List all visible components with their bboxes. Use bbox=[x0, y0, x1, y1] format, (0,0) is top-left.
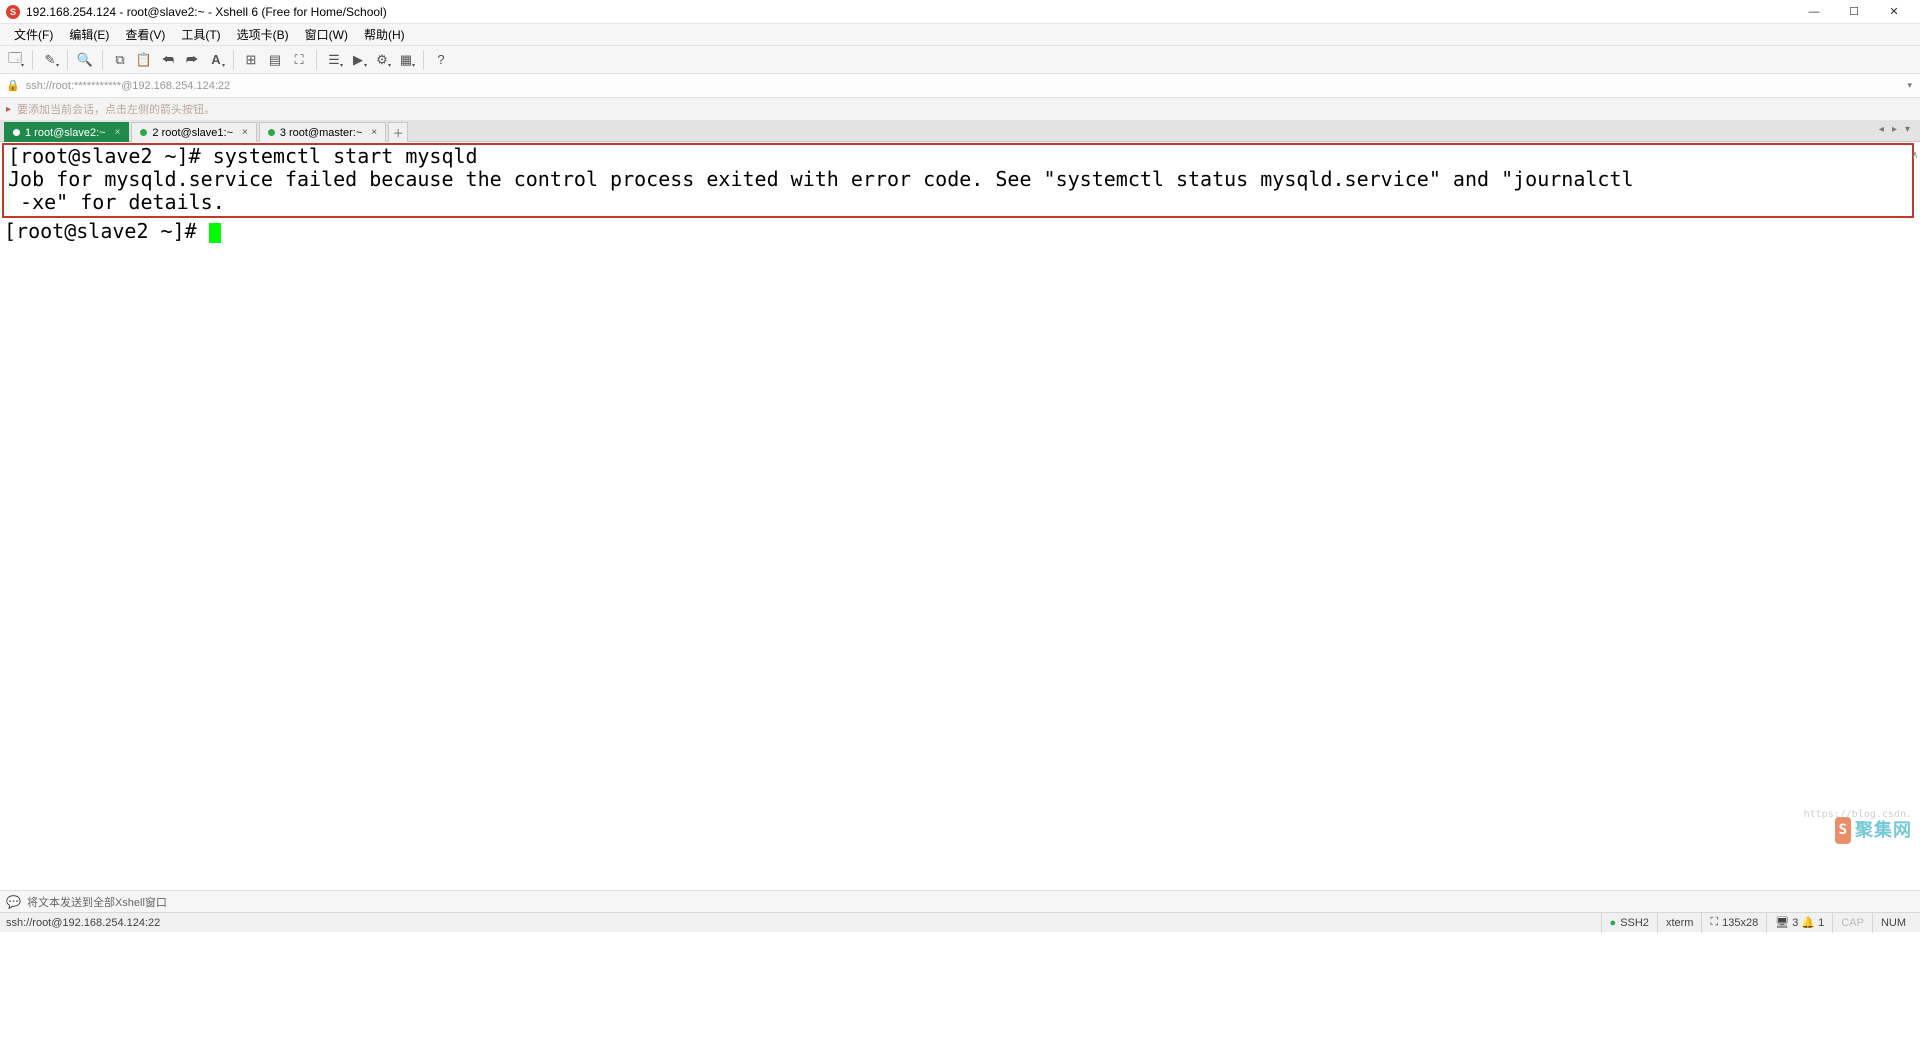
tab-label: 3 root@master:~ bbox=[280, 127, 362, 139]
session-tabbar: 1 root@slave2:~ × 2 root@slave1:~ × 3 ro… bbox=[0, 120, 1920, 142]
status-num: NUM bbox=[1872, 913, 1914, 933]
minimize-button[interactable]: — bbox=[1794, 0, 1834, 24]
error-highlight: [root@slave2 ~]# systemctl start mysqld … bbox=[2, 143, 1914, 218]
status-ssh: ●SSH2 bbox=[1601, 913, 1657, 933]
menu-window[interactable]: 窗口(W) bbox=[297, 24, 356, 45]
new-session-button[interactable]: 🗔▾ bbox=[4, 49, 26, 71]
quick-cmd-button[interactable]: ▶▾ bbox=[347, 49, 369, 71]
tab-label: 1 root@slave2:~ bbox=[25, 127, 106, 139]
tab-close-button[interactable]: × bbox=[242, 127, 248, 138]
terminal-prompt: [root@slave2 ~]# bbox=[4, 220, 1916, 243]
chat-icon: 💬 bbox=[6, 895, 21, 909]
copy-button[interactable]: ⧉ bbox=[109, 49, 131, 71]
status-dot-icon bbox=[13, 129, 20, 136]
status-dot-icon bbox=[268, 129, 275, 136]
tab-next-button[interactable]: ▸ bbox=[1888, 122, 1901, 137]
menubar: 文件(F) 编辑(E) 查看(V) 工具(T) 选项卡(B) 窗口(W) 帮助(… bbox=[0, 24, 1920, 46]
menu-edit[interactable]: 编辑(E) bbox=[61, 24, 117, 45]
logo-icon: S bbox=[1835, 817, 1851, 844]
status-size: ⛶ 135x28 bbox=[1701, 913, 1766, 933]
terminal-line: -xe" for details. bbox=[8, 191, 1908, 214]
tab-list-button[interactable]: ▾ bbox=[1901, 122, 1914, 137]
tile-button[interactable]: ⊞ bbox=[240, 49, 262, 71]
status-caps: CAP bbox=[1832, 913, 1872, 933]
script-button[interactable]: ⚙▾ bbox=[371, 49, 393, 71]
statusbar: ssh://root@192.168.254.124:22 ●SSH2 xter… bbox=[0, 912, 1920, 932]
font-button[interactable]: A▾ bbox=[205, 49, 227, 71]
terminal-line: [root@slave2 ~]# systemctl start mysqld bbox=[8, 145, 1908, 168]
layout-button[interactable]: ▤ bbox=[264, 49, 286, 71]
window-title: 192.168.254.124 - root@slave2:~ - Xshell… bbox=[26, 5, 387, 19]
add-tab-button[interactable]: ＋ bbox=[388, 122, 408, 142]
status-address: ssh://root@192.168.254.124:22 bbox=[6, 917, 1601, 929]
ok-dot-icon: ● bbox=[1610, 917, 1617, 929]
menu-view[interactable]: 查看(V) bbox=[117, 24, 173, 45]
edit-button[interactable]: ✎▾ bbox=[39, 49, 61, 71]
maximize-button[interactable]: ☐ bbox=[1834, 0, 1874, 24]
address-bar: 🔒 ssh://root:***********@192.168.254.124… bbox=[0, 74, 1920, 98]
address-field[interactable]: ssh://root:***********@192.168.254.124:2… bbox=[26, 80, 1902, 92]
toolbar: 🗔▾ ✎▾ 🔍 ⧉ 📋 ⮪ ⮫ A▾ ⊞ ▤ ⛶ ☰▾ ▶▾ ⚙▾ ▦▾ ? bbox=[0, 46, 1920, 74]
fullscreen-button[interactable]: ⛶ bbox=[288, 49, 310, 71]
tab-nav: ◂ ▸ ▾ bbox=[1875, 122, 1914, 137]
hint-bar: ▸ 要添加当前会话，点击左侧的箭头按钮。 bbox=[0, 98, 1920, 120]
tab-close-button[interactable]: × bbox=[115, 127, 121, 138]
search-button[interactable]: 🔍 bbox=[74, 49, 96, 71]
terminal-line: Job for mysqld.service failed because th… bbox=[8, 168, 1908, 191]
lock-icon: 🔒 bbox=[6, 79, 20, 92]
terminal[interactable]: ∧ [root@slave2 ~]# systemctl start mysql… bbox=[0, 142, 1920, 890]
session-tab-1[interactable]: 1 root@slave2:~ × bbox=[4, 122, 129, 142]
titlebar: S 192.168.254.124 - root@slave2:~ - Xshe… bbox=[0, 0, 1920, 24]
nav-fwd-button[interactable]: ⮫ bbox=[181, 49, 203, 71]
menu-tools[interactable]: 工具(T) bbox=[173, 24, 228, 45]
menu-tabs[interactable]: 选项卡(B) bbox=[229, 24, 297, 45]
status-dot-icon bbox=[140, 129, 147, 136]
sessions-button[interactable]: ☰▾ bbox=[323, 49, 345, 71]
nav-back-button[interactable]: ⮪ bbox=[157, 49, 179, 71]
menu-file[interactable]: 文件(F) bbox=[6, 24, 61, 45]
menu-help[interactable]: 帮助(H) bbox=[356, 24, 413, 45]
tab-label: 2 root@slave1:~ bbox=[152, 127, 233, 139]
tab-prev-button[interactable]: ◂ bbox=[1875, 122, 1888, 137]
address-dropdown[interactable]: ▾ bbox=[1907, 80, 1912, 91]
tools-button[interactable]: ▦▾ bbox=[395, 49, 417, 71]
flag-icon: ▸ bbox=[6, 104, 11, 115]
send-all-bar[interactable]: 💬 将文本发送到全部Xshell窗口 bbox=[0, 890, 1920, 912]
hint-text: 要添加当前会话，点击左侧的箭头按钮。 bbox=[17, 101, 215, 117]
session-tab-3[interactable]: 3 root@master:~ × bbox=[259, 122, 386, 142]
cursor-icon bbox=[209, 223, 221, 243]
help-button[interactable]: ? bbox=[430, 49, 452, 71]
close-button[interactable]: ✕ bbox=[1874, 0, 1914, 24]
tab-close-button[interactable]: × bbox=[371, 127, 377, 138]
status-session-icons: 🖥 3 🔔 1 bbox=[1766, 913, 1832, 933]
app-icon: S bbox=[6, 5, 20, 19]
watermark: https://blog.csdn. S 聚集网 bbox=[1835, 817, 1912, 844]
scroll-up-icon[interactable]: ∧ bbox=[1912, 144, 1918, 167]
paste-button[interactable]: 📋 bbox=[133, 49, 155, 71]
status-term-type: xterm bbox=[1657, 913, 1702, 933]
session-tab-2[interactable]: 2 root@slave1:~ × bbox=[131, 122, 256, 142]
send-all-label: 将文本发送到全部Xshell窗口 bbox=[27, 894, 167, 910]
